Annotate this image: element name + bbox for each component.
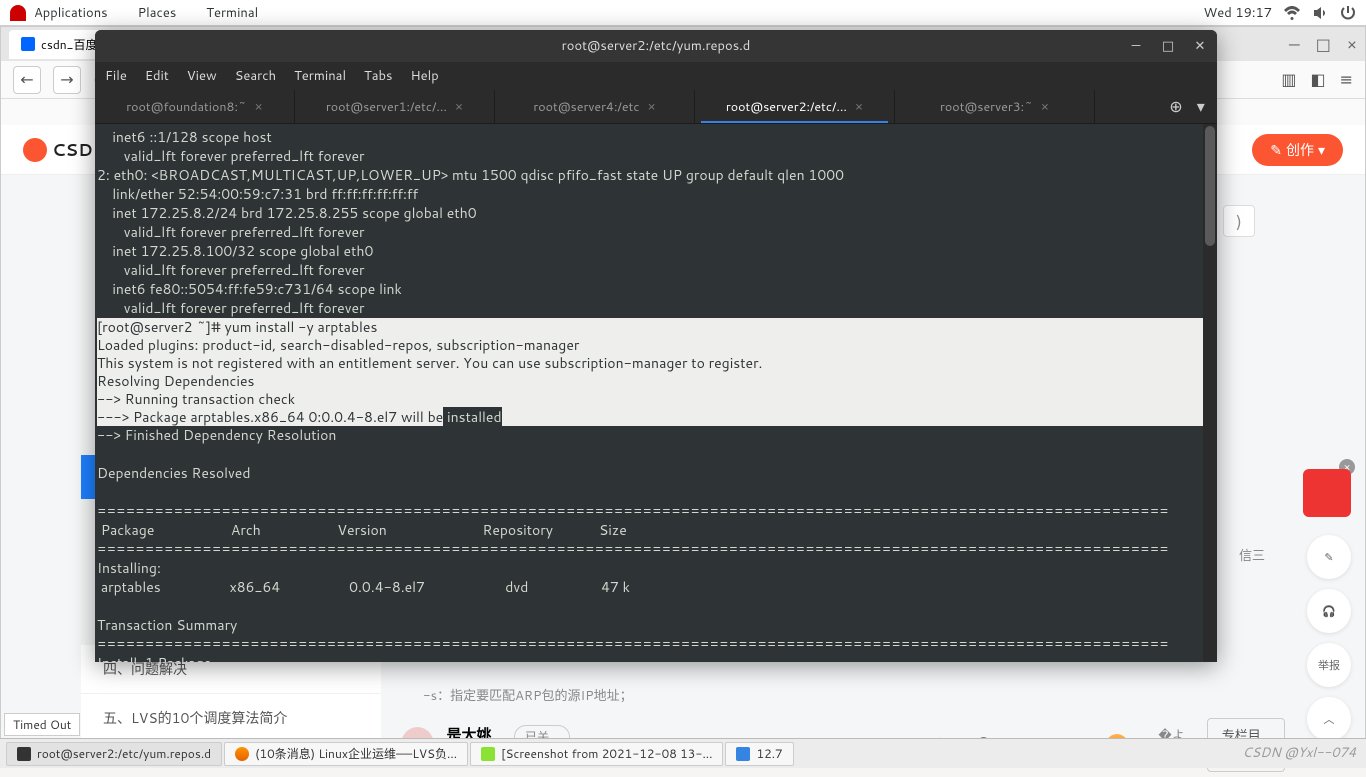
document-icon <box>736 747 750 761</box>
firefox-app-icon <box>235 747 249 761</box>
menu-file[interactable]: File <box>105 67 127 85</box>
page-hint: 信三 <box>1239 545 1265 565</box>
menu-edit[interactable]: Edit <box>145 67 169 85</box>
wifi-icon[interactable] <box>1284 5 1300 21</box>
library-icon[interactable]: ▥ <box>1281 68 1296 91</box>
terminal-scrollbar[interactable] <box>1203 124 1217 662</box>
code-snippet-icon[interactable]: ) <box>1223 205 1255 237</box>
menu-search[interactable]: Search <box>235 67 276 85</box>
menu-places[interactable]: Places <box>138 4 177 22</box>
win-minimize-icon[interactable]: — <box>1289 33 1300 56</box>
forward-button[interactable]: → <box>53 66 81 94</box>
tab-close-icon[interactable]: × <box>855 98 863 116</box>
activities-area: Applications Places Terminal <box>10 4 280 22</box>
menu-terminal[interactable]: Terminal <box>294 67 346 85</box>
headset-icon: 🎧 <box>1322 603 1336 619</box>
term-maximize-icon[interactable]: □ <box>1159 37 1177 55</box>
terminal-tab[interactable]: root@server3:~× <box>895 90 1095 123</box>
csdn-logo-icon <box>23 138 47 162</box>
terminal-app-icon <box>17 747 31 761</box>
terminal-tabbar: root@foundation8:~× root@server1:/etc/..… <box>95 90 1217 124</box>
menu-terminal[interactable]: Terminal <box>206 4 258 22</box>
tab-close-icon[interactable]: × <box>1041 98 1049 116</box>
gnome-taskbar: root@server2:/etc/yum.repos.d (10条消息) Li… <box>0 738 1366 768</box>
win-close-icon[interactable]: × <box>1347 33 1357 56</box>
tab-overflow: ⊕ ▾ <box>1157 90 1217 123</box>
new-tab-icon[interactable]: ⊕ <box>1169 95 1182 118</box>
float-write-button[interactable]: ✎ <box>1307 535 1351 579</box>
tab-close-icon[interactable]: × <box>647 98 655 116</box>
image-viewer-icon <box>481 747 495 761</box>
baidu-favicon-icon <box>21 37 35 51</box>
tab-close-icon[interactable]: × <box>455 98 463 116</box>
terminal-output[interactable]: inet6 ::1/128 scope host valid_lft forev… <box>95 124 1217 662</box>
terminal-tab[interactable]: root@server4:/etc× <box>495 90 695 123</box>
hamburger-icon[interactable]: ≡ <box>1340 68 1353 91</box>
terminal-tab[interactable]: root@server1:/etc/...× <box>295 90 495 123</box>
toc-item[interactable]: 五、LVS的10个调度算法简介 <box>81 694 381 743</box>
create-button[interactable]: ✎ 创作 ▾ <box>1252 134 1343 166</box>
terminal-title: root@server2:/etc/yum.repos.d <box>562 37 751 55</box>
taskbar-item-doc[interactable]: 12.7 <box>725 742 793 766</box>
tab-close-icon[interactable]: × <box>254 98 262 116</box>
float-report-button[interactable]: 举报 <box>1307 643 1351 687</box>
article-line: -s：指定要匹配ARP包的源IP地址； <box>423 685 633 705</box>
redhat-icon <box>10 5 26 21</box>
chevron-down-icon: ▾ <box>1318 140 1325 160</box>
pencil-icon: ✎ <box>1270 140 1282 160</box>
create-label: 创作 <box>1286 140 1314 160</box>
taskbar-item-firefox[interactable]: (10条消息) Linux企业运维——LVS负... <box>224 742 468 766</box>
volume-icon[interactable] <box>1312 5 1328 21</box>
pencil-square-icon: ✎ <box>1324 549 1333 565</box>
term-close-icon[interactable]: ✕ <box>1191 37 1209 55</box>
scrollbar-thumb[interactable] <box>1205 126 1215 246</box>
gnome-top-bar: Applications Places Terminal Wed 19:17 <box>0 0 1366 26</box>
terminal-titlebar[interactable]: root@server2:/etc/yum.repos.d — □ ✕ <box>95 30 1217 62</box>
power-icon[interactable] <box>1340 5 1356 21</box>
taskbar-item-image[interactable]: [Screenshot from 2021-12-08 13-... <box>470 742 723 766</box>
menu-view[interactable]: View <box>187 67 217 85</box>
terminal-tab[interactable]: root@foundation8:~× <box>95 90 295 123</box>
taskbar-item-terminal[interactable]: root@server2:/etc/yum.repos.d <box>6 742 222 766</box>
clock[interactable]: Wed 19:17 <box>1204 4 1272 22</box>
term-minimize-icon[interactable]: — <box>1127 37 1145 55</box>
chevron-up-icon: ︿ <box>1324 711 1335 727</box>
terminal-text: --> Finished Dependency Resolution Depen… <box>97 425 1169 662</box>
back-button[interactable]: ← <box>13 66 41 94</box>
timed-out-tooltip: Timed Out <box>4 713 80 736</box>
menu-help[interactable]: Help <box>410 67 438 85</box>
float-top-button[interactable]: ︿ <box>1307 697 1351 741</box>
float-actions: ✎ 🎧 举报 ︿ <box>1307 535 1351 741</box>
menu-tabs[interactable]: Tabs <box>364 67 392 85</box>
sidebar-icon[interactable]: ◧ <box>1310 68 1325 91</box>
tab-title: csdn_百度 <box>41 36 97 53</box>
gift-box-icon[interactable] <box>1303 469 1351 517</box>
terminal-text: inet6 ::1/128 scope host valid_lft forev… <box>97 127 844 318</box>
float-headset-button[interactable]: 🎧 <box>1307 589 1351 633</box>
menu-applications[interactable]: Applications <box>34 4 108 22</box>
terminal-tab-active[interactable]: root@server2:/etc/...× <box>695 90 895 123</box>
tab-menu-chevron-icon[interactable]: ▾ <box>1197 95 1205 118</box>
terminal-highlight: [root@server2 ~]# yum install -y arptabl… <box>97 318 1215 426</box>
terminal-menubar: File Edit View Search Terminal Tabs Help <box>95 62 1217 90</box>
win-maximize-icon[interactable]: □ <box>1316 33 1331 56</box>
terminal-window: root@server2:/etc/yum.repos.d — □ ✕ File… <box>95 30 1217 662</box>
